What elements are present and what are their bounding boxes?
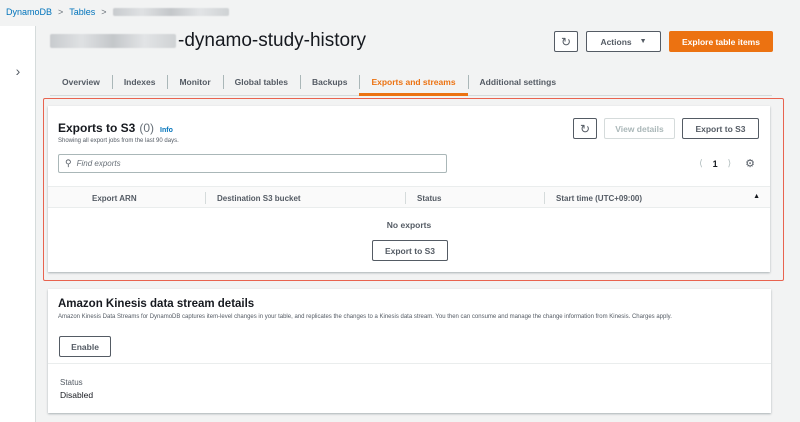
- gear-icon[interactable]: ⚙: [745, 157, 755, 170]
- breadcrumb-separator: >: [101, 7, 107, 17]
- divider: [48, 363, 771, 364]
- previous-page-icon[interactable]: ⟨: [699, 158, 703, 169]
- search-exports-input[interactable]: ⚲ Find exports: [58, 154, 447, 173]
- exports-description: Showing all export jobs from the last 90…: [58, 138, 179, 144]
- search-placeholder: Find exports: [76, 159, 121, 168]
- exports-table: Export ARN Destination S3 bucket Status …: [48, 186, 770, 208]
- pagination: ⟨ 1 ⟩ ⚙: [699, 157, 755, 170]
- page-title-text: -dynamo-study-history: [178, 30, 366, 51]
- info-link[interactable]: Info: [160, 127, 173, 134]
- tab-monitor[interactable]: Monitor: [167, 69, 222, 95]
- table-header: Export ARN Destination S3 bucket Status …: [48, 186, 770, 208]
- refresh-icon: ↻: [579, 121, 591, 136]
- expand-navigation-button[interactable]: ›: [0, 59, 36, 83]
- explore-table-items-button[interactable]: Explore table items: [669, 31, 773, 52]
- breadcrumb-redacted-table-name: [112, 8, 229, 16]
- tab-overview[interactable]: Overview: [50, 69, 112, 95]
- empty-state-export-to-s3-button[interactable]: Export to S3: [372, 240, 448, 261]
- page-number[interactable]: 1: [713, 159, 718, 169]
- next-page-icon[interactable]: ⟩: [728, 158, 732, 169]
- refresh-icon: ↻: [560, 34, 572, 49]
- tab-global-tables[interactable]: Global tables: [222, 69, 300, 95]
- empty-state-text: No exports: [386, 220, 432, 230]
- kinesis-description: Amazon Kinesis Data Streams for DynamoDB…: [58, 314, 672, 320]
- redacted-table-name-prefix: [50, 34, 176, 48]
- exports-refresh-button[interactable]: ↻: [573, 118, 597, 139]
- column-header-start-time[interactable]: Start time (UTC+09:00): [543, 187, 642, 209]
- breadcrumb-separator: >: [58, 7, 64, 17]
- view-details-button[interactable]: View details: [604, 118, 675, 139]
- breadcrumb-tables-link[interactable]: Tables: [69, 7, 95, 17]
- tab-bar: Overview Indexes Monitor Global tables B…: [50, 69, 772, 96]
- exports-to-s3-panel: Exports to S3 (0) Info Showing all expor…: [48, 106, 770, 272]
- search-icon: ⚲: [65, 158, 72, 168]
- tab-exports-and-streams[interactable]: Exports and streams: [359, 69, 468, 96]
- tab-additional-settings[interactable]: Additional settings: [467, 69, 569, 95]
- tab-indexes[interactable]: Indexes: [111, 69, 168, 95]
- header-actions: ↻ Actions ▼ Explore table items: [554, 31, 773, 52]
- exports-panel-actions: ↻ View details Export to S3: [573, 118, 759, 139]
- exports-panel-title: Exports to S3 (0) Info: [58, 121, 173, 135]
- column-header-destination-s3-bucket[interactable]: Destination S3 bucket: [205, 187, 301, 209]
- breadcrumb: DynamoDB > Tables >: [6, 6, 229, 18]
- refresh-button[interactable]: ↻: [554, 31, 578, 52]
- kinesis-title: Amazon Kinesis data stream details: [58, 298, 255, 310]
- page-title: -dynamo-study-history: [50, 27, 366, 55]
- sort-ascending-icon[interactable]: ▲: [753, 193, 760, 200]
- column-header-export-arn[interactable]: Export ARN: [92, 187, 137, 209]
- status-value: Disabled: [60, 390, 94, 400]
- exports-title-text: Exports to S3: [58, 121, 136, 135]
- enable-button[interactable]: Enable: [59, 336, 111, 357]
- tab-backups[interactable]: Backups: [300, 69, 359, 95]
- kinesis-stream-panel: Amazon Kinesis data stream details Amazo…: [48, 289, 771, 413]
- export-to-s3-button[interactable]: Export to S3: [682, 118, 759, 139]
- chevron-right-icon: ›: [15, 63, 21, 79]
- status-label: Status: [60, 378, 83, 387]
- caret-down-icon: ▼: [639, 38, 647, 45]
- column-header-status[interactable]: Status: [404, 187, 441, 209]
- actions-label: Actions: [600, 36, 632, 47]
- actions-dropdown-button[interactable]: Actions ▼: [586, 31, 661, 52]
- side-navigation-rail: ›: [0, 26, 36, 422]
- breadcrumb-dynamodb-link[interactable]: DynamoDB: [6, 7, 52, 17]
- exports-count: (0): [139, 121, 155, 135]
